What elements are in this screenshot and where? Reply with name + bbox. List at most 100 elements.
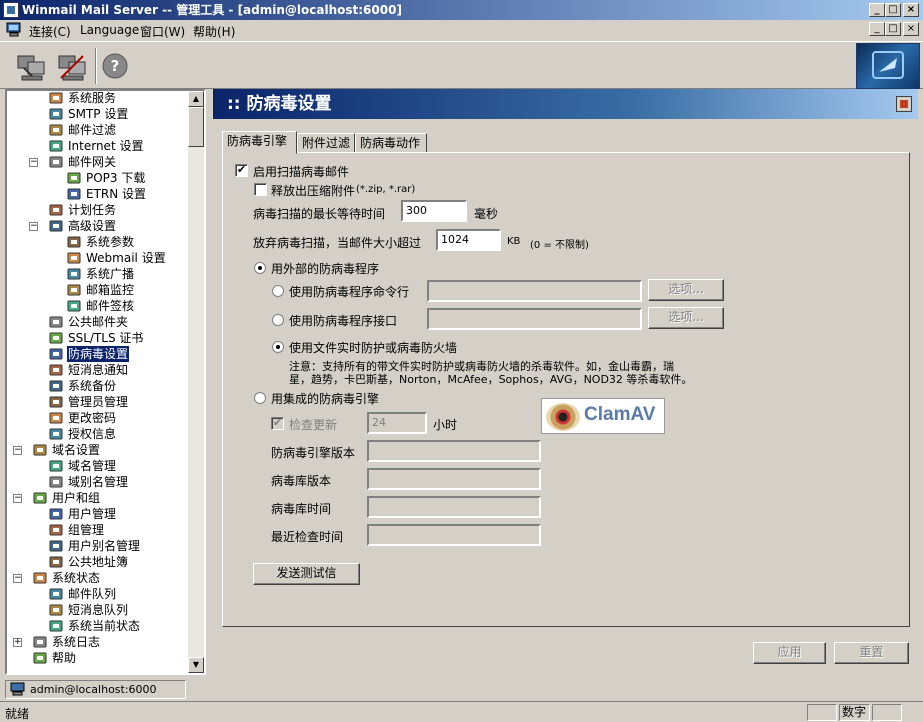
- maximize-button[interactable]: □: [885, 3, 901, 17]
- tree-item[interactable]: 域名设置: [33, 442, 193, 458]
- tree-expander[interactable]: −: [13, 574, 22, 583]
- exit-panel-icon[interactable]: [896, 96, 912, 112]
- menu-help[interactable]: 帮助(H): [193, 23, 235, 40]
- tree-item[interactable]: 管理员管理: [49, 394, 204, 410]
- clamav-logo-text: ClamAV: [584, 404, 656, 425]
- connect-icon[interactable]: [14, 50, 48, 84]
- menu-connect[interactable]: 连接(C): [29, 23, 71, 40]
- tree-item[interactable]: Internet 设置: [49, 138, 204, 154]
- check-update-label: 检查更新: [289, 418, 338, 432]
- tree-item[interactable]: 用户管理: [49, 506, 204, 522]
- mdi-restore-button[interactable]: □: [885, 22, 901, 36]
- tree-item[interactable]: 邮件过滤: [49, 122, 204, 138]
- api-input[interactable]: [427, 308, 642, 330]
- tree-item[interactable]: 授权信息: [49, 426, 204, 442]
- mdi-minimize-button[interactable]: _: [869, 22, 885, 36]
- tree-item[interactable]: 系统日志: [33, 634, 193, 650]
- tree-item[interactable]: 短消息队列: [49, 602, 204, 618]
- cmdline-options-button[interactable]: 选项...: [648, 279, 724, 301]
- send-test-button[interactable]: 发送测试信: [253, 563, 360, 585]
- skip-size-input[interactable]: 1024: [436, 229, 501, 251]
- minimize-button[interactable]: _: [869, 3, 885, 17]
- tree-item[interactable]: 系统广播: [67, 266, 204, 282]
- tab-antivirus-action[interactable]: 防病毒动作: [355, 133, 427, 153]
- tree-item-icon: [67, 171, 82, 185]
- builtin-engine-radio[interactable]: [254, 392, 266, 404]
- tree-item-icon: [67, 267, 82, 281]
- apply-button[interactable]: 应用: [753, 642, 826, 664]
- tree-item[interactable]: 域别名管理: [49, 474, 204, 490]
- menu-language[interactable]: Language: [80, 23, 139, 37]
- tree-item[interactable]: 系统当前状态: [49, 618, 204, 634]
- tree-item[interactable]: Webmail 设置: [67, 250, 204, 266]
- tree-item[interactable]: 邮箱监控: [67, 282, 204, 298]
- skip-size-note: (0 = 不限制): [530, 240, 589, 251]
- tab-attachment-filter[interactable]: 附件过滤: [297, 133, 355, 153]
- tree-item[interactable]: 帮助: [33, 650, 193, 666]
- enable-scan-checkbox[interactable]: ✔: [235, 164, 248, 177]
- tree-item[interactable]: 组管理: [49, 522, 204, 538]
- tree-item-icon: [67, 187, 82, 201]
- tree-expander[interactable]: +: [13, 638, 22, 647]
- tree-item-icon: [49, 523, 64, 537]
- max-wait-input[interactable]: 300: [401, 200, 467, 222]
- tree-item[interactable]: 域名管理: [49, 458, 204, 474]
- tree-item-label: 域名管理: [68, 459, 117, 473]
- tree-item[interactable]: 计划任务: [49, 202, 204, 218]
- tree-item[interactable]: 系统状态: [33, 570, 193, 586]
- tree-item[interactable]: 用户别名管理: [49, 538, 204, 554]
- tree-item[interactable]: SSL/TLS 证书: [49, 330, 204, 346]
- tree-item[interactable]: 邮件队列: [49, 586, 204, 602]
- reset-button[interactable]: 重置: [834, 642, 909, 664]
- clamav-logo: ClamAV: [541, 398, 665, 434]
- status-panel-extra: [872, 704, 902, 721]
- menu-window[interactable]: 窗口(W): [140, 23, 185, 40]
- mdi-close-button[interactable]: ×: [903, 22, 919, 36]
- tree-item-label: 系统广播: [86, 267, 135, 281]
- tree-item[interactable]: 邮件签核: [67, 298, 204, 314]
- tree-item-label: POP3 下载: [86, 171, 146, 185]
- help-icon[interactable]: ?: [100, 50, 134, 84]
- cmdline-input[interactable]: [427, 280, 642, 302]
- tree-item-label: 公共邮件夹: [68, 315, 129, 329]
- api-radio[interactable]: [272, 314, 284, 326]
- release-zip-checkbox[interactable]: [254, 183, 267, 196]
- realtime-radio[interactable]: [272, 341, 284, 353]
- tree-item[interactable]: 公共邮件夹: [49, 314, 204, 330]
- tree-item[interactable]: SMTP 设置: [49, 106, 204, 122]
- tree-item[interactable]: 防病毒设置: [49, 346, 204, 362]
- tab-antivirus-engine[interactable]: 防病毒引擎: [222, 131, 297, 154]
- tree-item[interactable]: 用户和组: [33, 490, 193, 506]
- tree-item[interactable]: 系统服务: [49, 91, 204, 106]
- status-bar: 就绪 数字: [0, 701, 923, 722]
- tree-item-icon: [49, 107, 64, 121]
- tree-item[interactable]: 短消息通知: [49, 362, 204, 378]
- tree-expander[interactable]: −: [13, 494, 22, 503]
- api-options-button[interactable]: 选项...: [648, 307, 724, 329]
- tree-item[interactable]: 高级设置: [49, 218, 204, 234]
- tree-expander[interactable]: −: [29, 222, 38, 231]
- tree-item-label: 系统参数: [86, 235, 135, 249]
- tree-item-label: 短消息通知: [68, 363, 129, 377]
- cmdline-radio[interactable]: [272, 285, 284, 297]
- tree-item[interactable]: POP3 下载: [67, 170, 204, 186]
- tree-item[interactable]: 公共地址簿: [49, 554, 204, 570]
- tree-item-icon: [67, 283, 82, 297]
- tree-item[interactable]: 更改密码: [49, 410, 204, 426]
- tree-expander[interactable]: −: [29, 158, 38, 167]
- external-program-radio[interactable]: [254, 262, 266, 274]
- check-update-checkbox[interactable]: ✔: [271, 417, 284, 430]
- tree-item-label: 域别名管理: [68, 475, 129, 489]
- status-text: 就绪: [5, 707, 30, 721]
- tree-item[interactable]: 邮件网关: [49, 154, 204, 170]
- tree-item-icon: [49, 379, 64, 393]
- check-update-input[interactable]: 24: [367, 412, 427, 434]
- tree-expander[interactable]: −: [13, 446, 22, 455]
- tree-item-icon: [49, 219, 64, 233]
- tree-item[interactable]: ETRN 设置: [67, 186, 204, 202]
- tree-item[interactable]: 系统备份: [49, 378, 204, 394]
- disconnect-icon[interactable]: [55, 50, 89, 84]
- tree-item[interactable]: 系统参数: [67, 234, 204, 250]
- close-button[interactable]: ×: [903, 3, 919, 17]
- release-zip-label: 释放出压缩附件: [271, 184, 356, 198]
